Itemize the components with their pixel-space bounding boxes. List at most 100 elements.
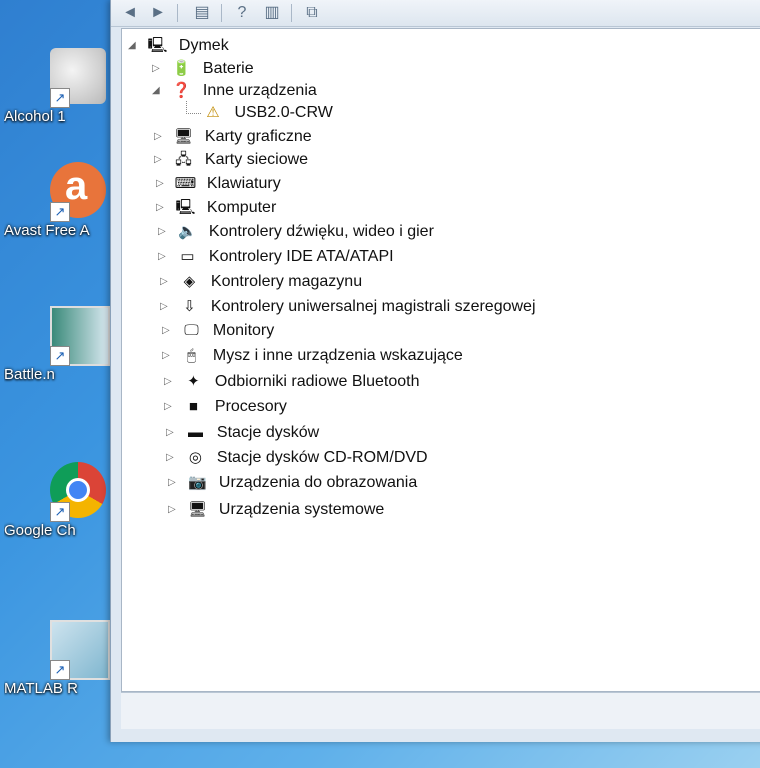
tree-item-komputer[interactable]: ▷ 🖳 Komputer	[156, 197, 276, 219]
shortcut-arrow-icon: ↗	[50, 502, 70, 522]
tree-item-label: Klawiatury	[206, 175, 281, 192]
tree-item-label: Stacje dysków CD-ROM/DVD	[216, 449, 428, 466]
desktop-icon-chrome[interactable]: ↗ Google Ch	[0, 462, 120, 562]
toolbar-separator	[221, 4, 222, 22]
tree-item-obrazowanie[interactable]: ▷ 📷 Urządzenia do obrazowania	[168, 472, 417, 494]
keyboard-icon: ⌨	[174, 175, 197, 192]
tree-item-usb-crw[interactable]: ⚠ USB2.0-CRW	[202, 102, 333, 124]
tree-item-systemowe[interactable]: ▷ 🖥 Urządzenia systemowe	[168, 499, 384, 521]
storage-controller-icon: ◈	[183, 273, 196, 290]
desktop-icon-alcohol[interactable]: ↗ Alcohol 1	[0, 48, 120, 148]
scan-hardware-icon[interactable]: ⧉	[301, 3, 323, 23]
tree-root-dymek[interactable]: ◢ 🖳 Dymek	[128, 35, 229, 57]
tree-item-label: Monitory	[212, 322, 275, 339]
help-icon[interactable]: ?	[231, 3, 253, 23]
network-adapter-icon: 🖧	[175, 151, 192, 168]
tree-item-stacje-cdrom[interactable]: ▷ ◎ Stacje dysków CD-ROM/DVD	[166, 447, 428, 469]
tree-item-baterie[interactable]: ▷ 🔋 Baterie	[152, 58, 254, 80]
desktop-icon-label: Alcohol 1	[4, 108, 66, 125]
tree-item-label: Kontrolery dźwięku, wideo i gier	[208, 223, 434, 240]
tree-item-label: Odbiorniki radiowe Bluetooth	[214, 373, 420, 390]
tree-item-label: Urządzenia do obrazowania	[218, 474, 418, 491]
expand-arrow-icon[interactable]: ▷	[162, 345, 176, 367]
toolbar: ◄ ► ▤ ? ▥ ⧉	[111, 0, 760, 27]
device-manager-window: ◄ ► ▤ ? ▥ ⧉ ◢ 🖳 Dymek ▷ 🔋 Baterie ◢ ❓ In…	[110, 0, 760, 742]
expand-arrow-icon[interactable]: ▷	[156, 173, 170, 195]
tree-item-karty-graficzne[interactable]: ▷ 🖥 Karty graficzne	[154, 126, 312, 148]
cdrom-icon: ◎	[188, 449, 202, 466]
tree-item-label: Kontrolery magazynu	[210, 273, 363, 290]
tree-connector	[186, 101, 201, 114]
expand-arrow-icon[interactable]: ▷	[158, 221, 172, 243]
bluetooth-icon: ✦	[187, 373, 200, 390]
expand-arrow-icon[interactable]: ▷	[166, 447, 180, 469]
status-bar	[121, 692, 760, 729]
expand-arrow-icon[interactable]: ▷	[160, 271, 174, 293]
expand-arrow-icon[interactable]: ▷	[154, 149, 168, 171]
device-tree: ◢ 🖳 Dymek ▷ 🔋 Baterie ◢ ❓ Inne urządzeni…	[121, 28, 760, 692]
tree-item-procesory[interactable]: ▷ ■ Procesory	[164, 396, 287, 418]
sound-icon: 🔈	[178, 223, 197, 240]
usb-icon: ⇩	[183, 298, 196, 315]
desktop-icon-battlenet[interactable]: ↗ Battle.n	[0, 306, 120, 406]
expand-arrow-icon[interactable]: ▷	[162, 320, 176, 342]
monitor-icon: 🖵	[184, 322, 199, 339]
expand-arrow-icon[interactable]: ▷	[160, 296, 174, 318]
expand-arrow-icon[interactable]: ▷	[168, 472, 182, 494]
warning-device-icon: ⚠	[206, 104, 220, 121]
tree-item-label: Baterie	[202, 60, 254, 77]
system-device-icon: 🖥	[187, 501, 207, 518]
tree-item-karty-sieciowe[interactable]: ▷ 🖧 Karty sieciowe	[154, 149, 308, 171]
tree-item-kontrolery-ide[interactable]: ▷ ▭ Kontrolery IDE ATA/ATAPI	[158, 246, 394, 268]
expand-arrow-icon[interactable]: ▷	[152, 58, 166, 80]
tree-item-inne-urzadzenia[interactable]: ◢ ❓ Inne urządzenia	[152, 80, 317, 102]
tree-item-label: Karty graficzne	[204, 128, 312, 145]
collapse-arrow-icon[interactable]: ◢	[152, 80, 166, 102]
shortcut-arrow-icon: ↗	[50, 202, 70, 222]
back-arrow-icon[interactable]: ◄	[119, 3, 141, 23]
expand-arrow-icon[interactable]: ▷	[166, 422, 180, 444]
collapse-arrow-icon[interactable]: ◢	[128, 35, 142, 57]
expand-arrow-icon[interactable]: ▷	[168, 499, 182, 521]
tree-item-bluetooth[interactable]: ▷ ✦ Odbiorniki radiowe Bluetooth	[164, 371, 419, 393]
tree-item-klawiatury[interactable]: ▷ ⌨ Klawiatury	[156, 173, 281, 195]
battery-icon: 🔋	[172, 60, 191, 77]
expand-arrow-icon[interactable]: ▷	[154, 126, 168, 148]
tree-item-label: USB2.0-CRW	[234, 104, 333, 121]
tree-item-monitory[interactable]: ▷ 🖵 Monitory	[162, 320, 274, 342]
mouse-icon: 🖱	[186, 347, 196, 364]
desktop-icon-label: Google Ch	[4, 522, 76, 539]
tree-item-label: Dymek	[178, 37, 229, 54]
unknown-device-icon: ❓	[172, 82, 191, 99]
display-adapter-icon: 🖥	[173, 128, 193, 145]
tree-item-kontrolery-dzwieku[interactable]: ▷ 🔈 Kontrolery dźwięku, wideo i gier	[158, 221, 434, 243]
tree-item-label: Inne urządzenia	[202, 82, 317, 99]
desktop-icon-label: MATLAB R	[4, 680, 78, 697]
expand-arrow-icon[interactable]: ▷	[158, 246, 172, 268]
desktop-icon-matlab[interactable]: ↗ MATLAB R	[0, 620, 120, 720]
tree-item-label: Komputer	[206, 199, 277, 216]
forward-arrow-icon[interactable]: ►	[147, 3, 169, 23]
tree-item-label: Procesory	[214, 398, 287, 415]
tree-item-kontrolery-usb[interactable]: ▷ ⇩ Kontrolery uniwersalnej magistrali s…	[160, 296, 536, 318]
tree-item-label: Stacje dysków	[216, 424, 320, 441]
desktop-icon-avast[interactable]: ↗ Avast Free A	[0, 162, 120, 262]
camera-icon: 📷	[188, 474, 207, 491]
processor-icon: ■	[188, 398, 198, 415]
expand-arrow-icon[interactable]: ▷	[164, 371, 178, 393]
tree-item-label: Mysz i inne urządzenia wskazujące	[212, 347, 463, 364]
toolbar-separator	[177, 4, 178, 22]
desktop-icon-label: Avast Free A	[4, 222, 90, 239]
tree-item-mysz[interactable]: ▷ 🖱 Mysz i inne urządzenia wskazujące	[162, 345, 463, 367]
tree-item-stacje-dyskow[interactable]: ▷ ▬ Stacje dysków	[166, 422, 319, 444]
properties-icon[interactable]: ▤	[191, 3, 213, 23]
shortcut-arrow-icon: ↗	[50, 88, 70, 108]
tree-item-label: Kontrolery IDE ATA/ATAPI	[208, 248, 394, 265]
expand-arrow-icon[interactable]: ▷	[164, 396, 178, 418]
shortcut-arrow-icon: ↗	[50, 346, 70, 366]
view-icon[interactable]: ▥	[261, 3, 283, 23]
tree-item-label: Urządzenia systemowe	[218, 501, 385, 518]
ide-controller-icon: ▭	[180, 248, 195, 265]
expand-arrow-icon[interactable]: ▷	[156, 197, 170, 219]
tree-item-kontrolery-magazynu[interactable]: ▷ ◈ Kontrolery magazynu	[160, 271, 362, 293]
